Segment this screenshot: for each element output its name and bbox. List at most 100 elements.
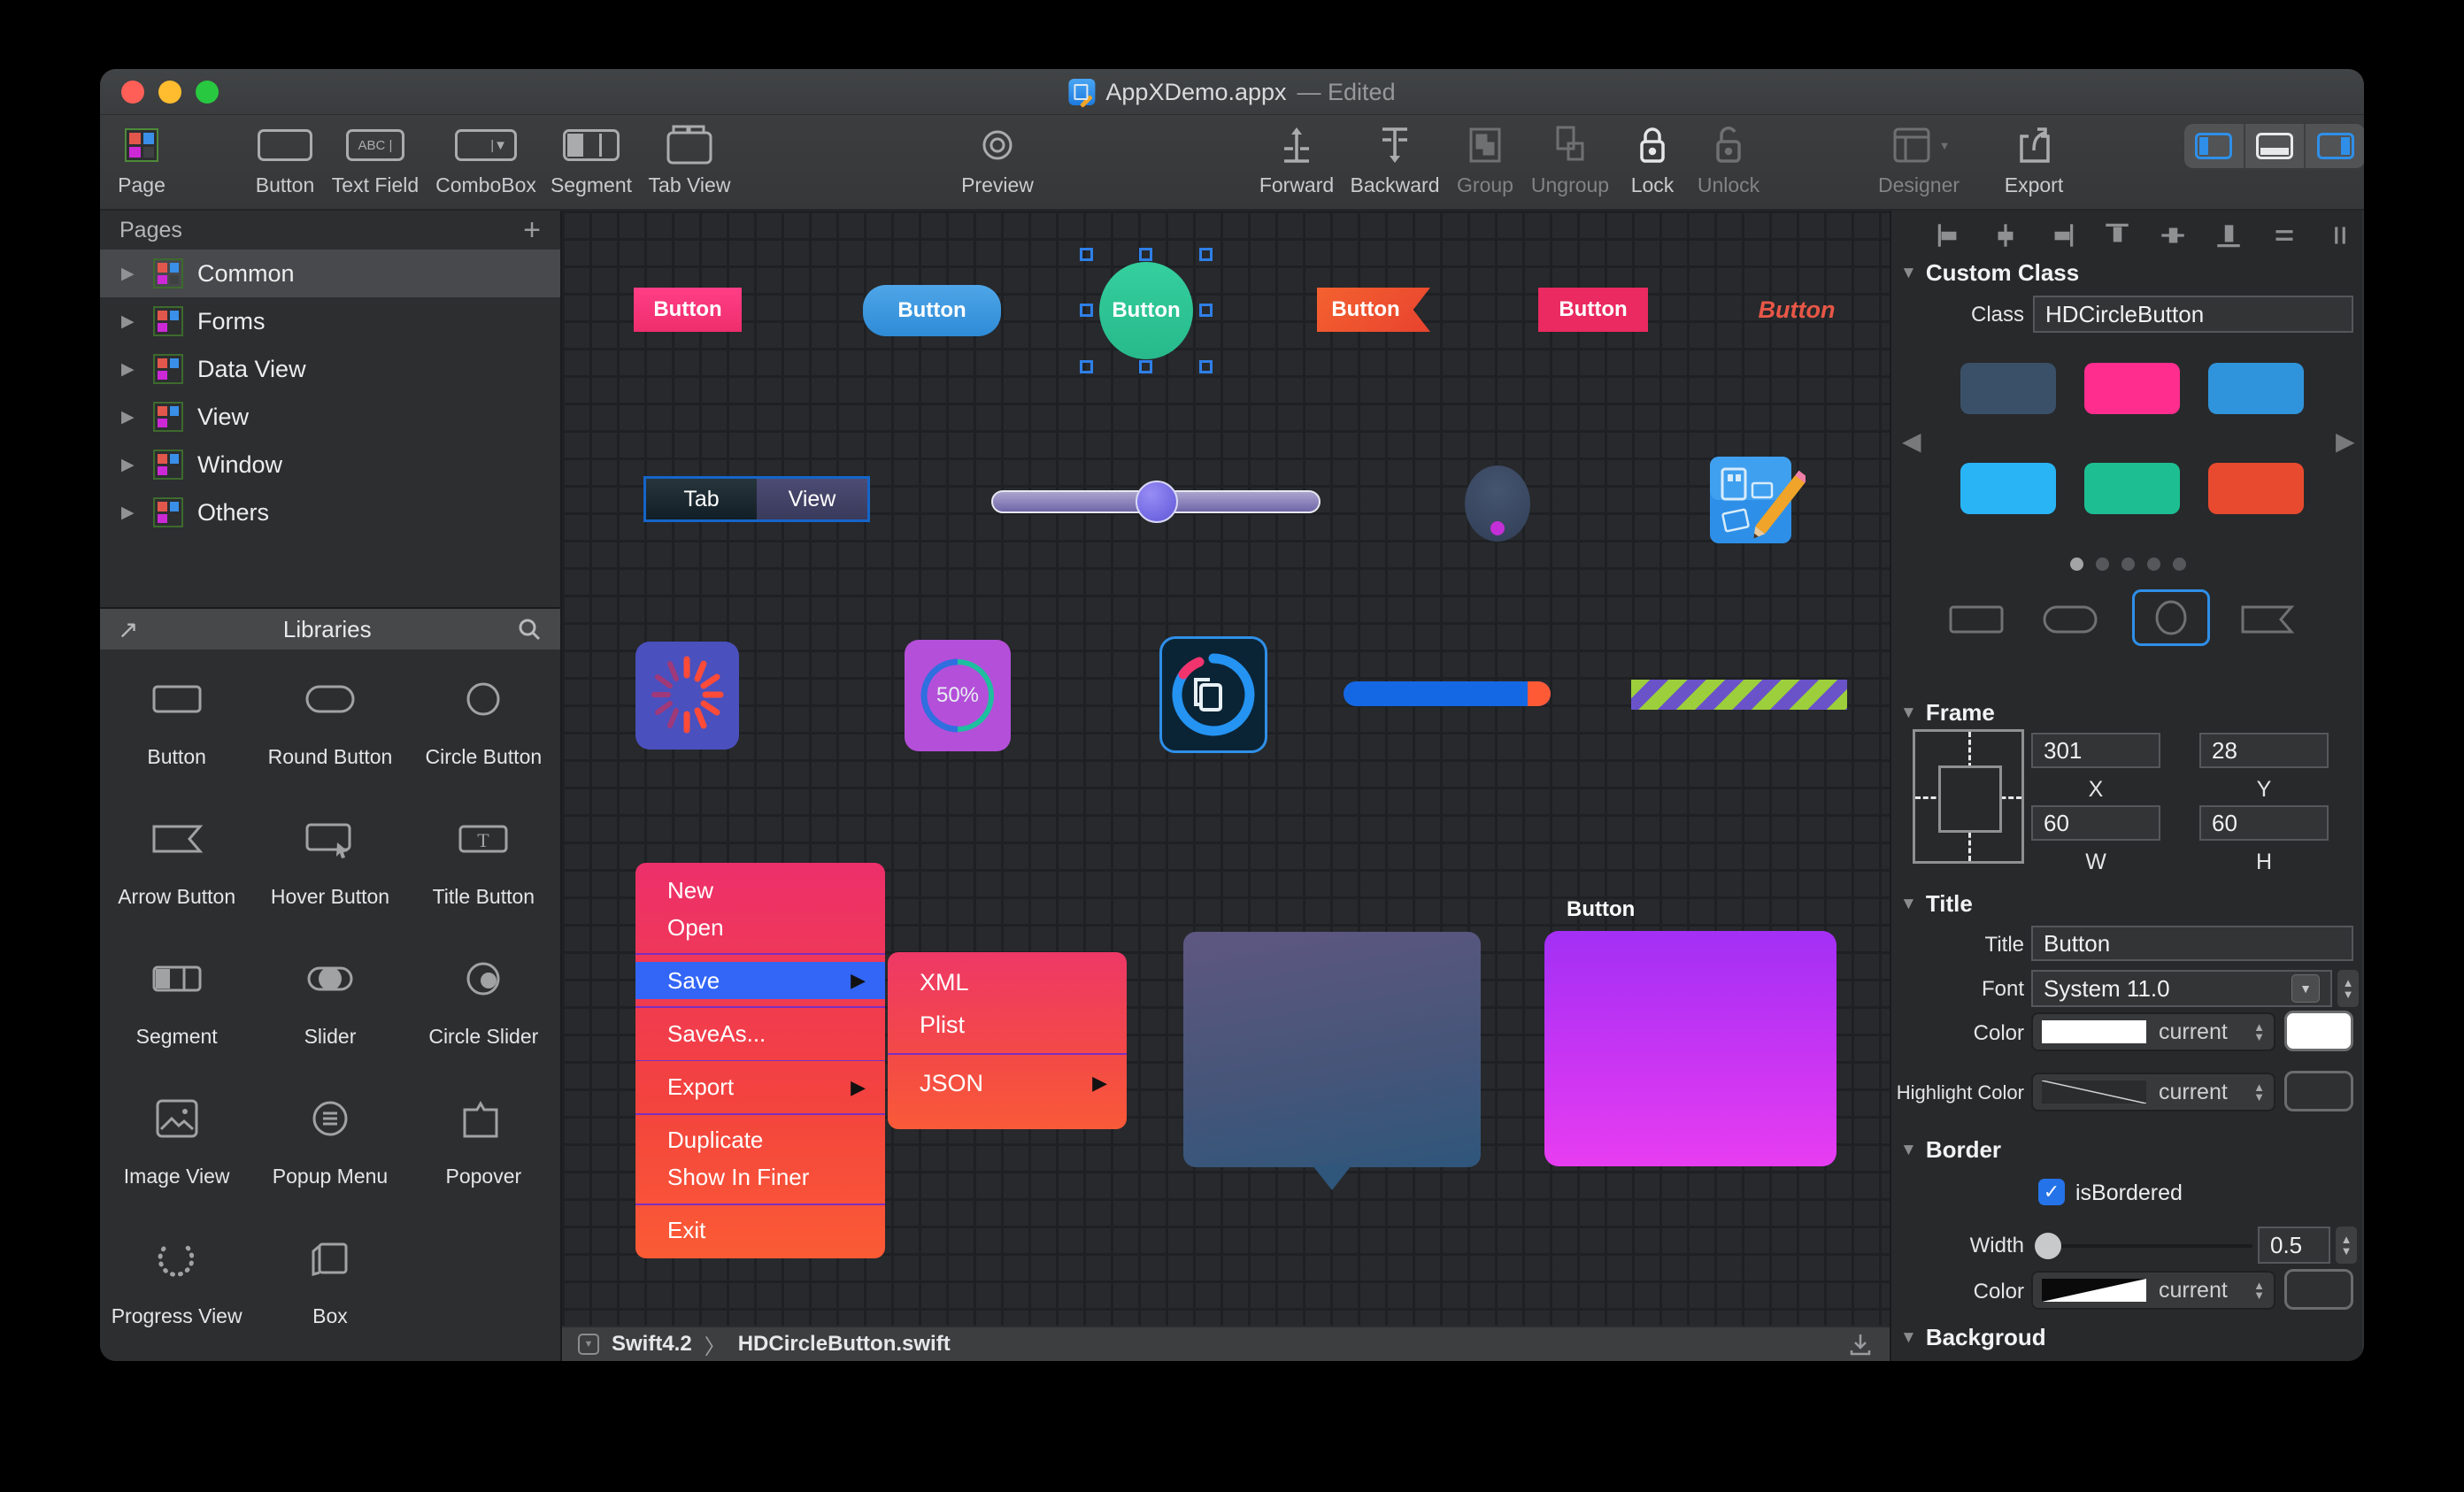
swatch-next-arrow[interactable]: ▶ bbox=[2336, 427, 2355, 456]
resize-handle[interactable] bbox=[1139, 360, 1152, 373]
submenu-item-json[interactable]: JSON ▶ bbox=[888, 1062, 1127, 1104]
library-item-circle-slider[interactable]: Circle Slider bbox=[407, 942, 560, 1081]
border-width-slider-thumb[interactable] bbox=[2035, 1233, 2061, 1259]
stepper-arrows-icon[interactable]: ▲ ▼ bbox=[2253, 1280, 2265, 1301]
library-item-slider[interactable]: Slider bbox=[253, 942, 406, 1081]
align-top-icon[interactable] bbox=[2101, 219, 2133, 251]
resize-handle[interactable] bbox=[1080, 304, 1093, 317]
disclosure-icon[interactable]: ▶ bbox=[121, 311, 139, 332]
download-icon[interactable] bbox=[1847, 1331, 1874, 1357]
search-icon[interactable] bbox=[516, 616, 543, 642]
library-item-button[interactable]: Button bbox=[100, 662, 253, 802]
frame-h-input[interactable]: 60 bbox=[2199, 805, 2329, 841]
toolbar-text-field[interactable]: ABC | Text Field bbox=[318, 120, 433, 197]
canvas-title-button[interactable]: Button bbox=[1739, 292, 1854, 327]
minimize-button[interactable] bbox=[158, 81, 181, 104]
page-row-data-view[interactable]: ▶ Data View bbox=[100, 345, 560, 393]
page-row-view[interactable]: ▶ View bbox=[100, 393, 560, 441]
page-dot[interactable] bbox=[2069, 558, 2083, 571]
align-center-vertical-icon[interactable] bbox=[2157, 219, 2189, 251]
custom-class-section-header[interactable]: ▼ Custom Class bbox=[1900, 259, 2079, 287]
toggle-bottom-panel-button[interactable] bbox=[2245, 124, 2306, 168]
resize-handle[interactable] bbox=[1080, 360, 1093, 373]
isbordered-checkbox[interactable]: ✓ bbox=[2038, 1179, 2065, 1205]
disclosure-icon[interactable]: ▶ bbox=[121, 264, 139, 284]
resize-handle[interactable] bbox=[1080, 248, 1093, 261]
circle-slider-dot[interactable] bbox=[1490, 521, 1505, 535]
resize-handle[interactable] bbox=[1199, 360, 1213, 373]
toolbar-designer[interactable]: ▼ Designer bbox=[1861, 120, 1976, 197]
border-width-slider[interactable] bbox=[2042, 1244, 2252, 1248]
disclosure-icon[interactable]: ▶ bbox=[121, 407, 139, 427]
highlight-color-dropdown[interactable]: current ▲ ▼ bbox=[2031, 1073, 2275, 1111]
shape-rect-option[interactable] bbox=[1946, 602, 2008, 642]
toolbar-preview[interactable]: Preview bbox=[940, 120, 1055, 197]
background-section-header[interactable]: ▼ Backgroud bbox=[1900, 1324, 2046, 1351]
highlight-color-well[interactable] bbox=[2284, 1071, 2353, 1111]
resize-handle[interactable] bbox=[1199, 304, 1213, 317]
canvas-arrow-button[interactable]: Button bbox=[1317, 288, 1430, 332]
canvas-tab-segment[interactable]: Tab View bbox=[643, 476, 870, 522]
library-item-title-button[interactable]: T Title Button bbox=[407, 802, 560, 942]
menu-item-duplicate[interactable]: Duplicate bbox=[635, 1122, 885, 1159]
color-swatch-4[interactable] bbox=[2084, 463, 2180, 514]
align-left-icon[interactable] bbox=[1934, 219, 1966, 251]
frame-w-input[interactable]: 60 bbox=[2031, 805, 2160, 841]
stepper-arrows-icon[interactable]: ▲ ▼ bbox=[2253, 1081, 2265, 1103]
menu-item-export[interactable]: Export ▶ bbox=[635, 1068, 885, 1105]
disclosure-triangle-icon[interactable]: ▼ bbox=[1900, 895, 1917, 914]
canvas-progress-bar[interactable] bbox=[1344, 681, 1551, 706]
menu-item-saveas[interactable]: SaveAs... bbox=[635, 1015, 885, 1052]
library-item-circle-button[interactable]: Circle Button bbox=[407, 662, 560, 802]
shape-round-option[interactable] bbox=[2040, 602, 2102, 642]
toolbar-export[interactable]: Export bbox=[1976, 120, 2091, 197]
page-row-window[interactable]: ▶ Window bbox=[100, 441, 560, 488]
align-center-horizontal-icon[interactable] bbox=[1990, 219, 2021, 251]
resize-handle[interactable] bbox=[1199, 248, 1213, 261]
menu-item-show-in-finer[interactable]: Show In Finer bbox=[635, 1159, 885, 1196]
library-item-hover-button[interactable]: Hover Button bbox=[253, 802, 406, 942]
segment-view[interactable]: View bbox=[757, 479, 867, 519]
statusbar-file[interactable]: HDCircleButton.swift bbox=[738, 1332, 951, 1357]
frame-y-input[interactable]: 28 bbox=[2199, 733, 2329, 768]
design-canvas[interactable]: Button Button Button Button Button Butto… bbox=[562, 211, 1890, 1361]
align-right-icon[interactable] bbox=[2045, 219, 2077, 251]
frame-section-header[interactable]: ▼ Frame bbox=[1900, 699, 1995, 727]
menu-item-save[interactable]: Save ▶ bbox=[635, 962, 885, 1000]
canvas-round-button[interactable]: Button bbox=[863, 285, 1001, 336]
page-dot[interactable] bbox=[2095, 558, 2109, 571]
menu-item-open[interactable]: Open bbox=[635, 909, 885, 946]
disclosure-icon[interactable]: ▶ bbox=[121, 455, 139, 475]
font-dropdown-icon[interactable]: ▼ bbox=[2291, 974, 2320, 1003]
submenu-item-plist[interactable]: Plist bbox=[888, 1004, 1127, 1046]
page-row-forms[interactable]: ▶ Forms bbox=[100, 297, 560, 345]
distribute-vertical-icon[interactable] bbox=[2324, 219, 2356, 251]
library-item-popup-menu[interactable]: Popup Menu bbox=[253, 1081, 406, 1221]
canvas-rect-button[interactable]: Button bbox=[634, 288, 742, 332]
color-swatch-2[interactable] bbox=[2208, 363, 2304, 414]
canvas-spinner-burst[interactable] bbox=[635, 642, 739, 750]
library-item-round-button[interactable]: Round Button bbox=[253, 662, 406, 802]
title-color-well[interactable] bbox=[2284, 1011, 2353, 1051]
shape-circle-option-selected[interactable] bbox=[2132, 589, 2210, 646]
disclosure-icon[interactable]: ▶ bbox=[121, 503, 139, 523]
canvas-app-icon[interactable] bbox=[1706, 448, 1809, 552]
align-bottom-icon[interactable] bbox=[2213, 219, 2245, 251]
title-section-header[interactable]: ▼ Title bbox=[1900, 890, 1973, 918]
border-width-input[interactable]: 0.5 bbox=[2258, 1227, 2330, 1264]
page-row-others[interactable]: ▶ Others bbox=[100, 488, 560, 536]
statusbar-language[interactable]: Swift4.2 bbox=[612, 1332, 692, 1357]
class-input[interactable]: HDCircleButton bbox=[2033, 296, 2353, 333]
page-dot[interactable] bbox=[2146, 558, 2160, 571]
border-color-dropdown[interactable]: current ▲ ▼ bbox=[2031, 1271, 2275, 1310]
disclosure-triangle-icon[interactable]: ▼ bbox=[1900, 264, 1917, 283]
frame-x-input[interactable]: 301 bbox=[2031, 733, 2160, 768]
language-badge-icon[interactable]: ▼ bbox=[578, 1334, 599, 1355]
canvas-activity-ring[interactable] bbox=[1159, 636, 1267, 753]
title-input[interactable]: Button bbox=[2031, 926, 2353, 961]
font-size-stepper[interactable]: ▲ ▼ bbox=[2337, 970, 2359, 1007]
menu-item-new[interactable]: New bbox=[635, 872, 885, 909]
segment-tab[interactable]: Tab bbox=[646, 479, 757, 519]
border-section-header[interactable]: ▼ Border bbox=[1900, 1136, 2001, 1164]
toolbar-combobox[interactable]: |▼ ComboBox bbox=[428, 120, 543, 197]
